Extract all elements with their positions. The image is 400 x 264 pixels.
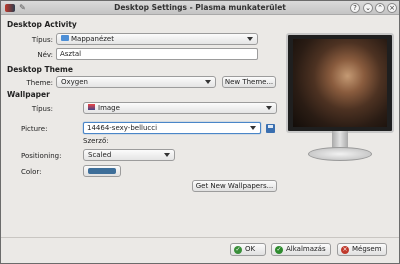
wallpaper-preview-image [293, 39, 387, 127]
activity-type-label: Típus: [31, 36, 53, 44]
author-label: Szerző: [83, 137, 109, 145]
color-button[interactable] [83, 165, 121, 177]
cancel-button[interactable]: × Mégsem [337, 243, 387, 256]
activity-type-value: Mappanézet [71, 35, 114, 43]
chevron-down-icon [266, 106, 272, 110]
cancel-icon: × [341, 246, 349, 254]
desktop-activity-heading: Desktop Activity [7, 20, 77, 29]
color-label: Color: [21, 168, 42, 176]
open-file-icon[interactable] [266, 124, 275, 133]
ok-label: OK [245, 245, 256, 253]
wallpaper-type-label: Típus: [31, 105, 53, 113]
wallpaper-type-value: Image [98, 104, 120, 112]
activity-name-label: Név: [37, 51, 53, 59]
close-button[interactable]: × [387, 3, 397, 13]
chevron-down-icon [205, 80, 211, 84]
get-new-wallpapers-button[interactable]: Get New Wallpapers... [192, 180, 277, 192]
folder-icon [61, 35, 69, 41]
apply-label: Alkalmazás [286, 245, 326, 253]
wallpaper-type-combo[interactable]: Image [83, 102, 277, 114]
check-icon: ✓ [234, 246, 242, 254]
chevron-down-icon [250, 126, 256, 130]
wallpaper-heading: Wallpaper [7, 90, 50, 99]
theme-value: Oxygen [61, 78, 88, 86]
desktop-theme-heading: Desktop Theme [7, 65, 73, 74]
activity-name-field[interactable]: Asztal [56, 48, 258, 60]
maximize-button[interactable]: ⌃ [375, 3, 385, 13]
wallpaper-preview-monitor [286, 33, 394, 167]
image-icon [88, 104, 95, 110]
cancel-label: Mégsem [352, 245, 382, 253]
chevron-down-icon [164, 153, 170, 157]
activity-type-combo[interactable]: Mappanézet [56, 33, 258, 45]
apply-button[interactable]: ✓ Alkalmazás [271, 243, 331, 256]
monitor-base [308, 147, 372, 161]
new-theme-button[interactable]: New Theme... [222, 76, 276, 88]
positioning-label: Positioning: [21, 152, 62, 160]
minimize-button[interactable]: ⌄ [363, 3, 373, 13]
footer-divider [1, 237, 399, 238]
chevron-down-icon [247, 37, 253, 41]
positioning-combo[interactable]: Scaled [83, 149, 175, 161]
picture-label: Picture: [21, 125, 48, 133]
color-swatch [88, 168, 116, 174]
titlebar[interactable]: ✎ Desktop Settings - Plasma munkaterület… [1, 1, 399, 15]
picture-combo[interactable]: 14464-sexy-bellucci [83, 122, 261, 134]
apply-icon: ✓ [275, 246, 283, 254]
theme-combo[interactable]: Oxygen [56, 76, 216, 88]
window-title: Desktop Settings - Plasma munkaterület [114, 3, 286, 12]
help-button[interactable]: ? [350, 3, 360, 13]
ok-button[interactable]: ✓ OK [230, 243, 266, 256]
desktop-settings-dialog: ✎ Desktop Settings - Plasma munkaterület… [0, 0, 400, 264]
monitor-bezel [286, 33, 394, 133]
picture-value: 14464-sexy-bellucci [87, 124, 158, 132]
theme-label: Theme: [26, 79, 53, 87]
positioning-value: Scaled [88, 151, 112, 159]
